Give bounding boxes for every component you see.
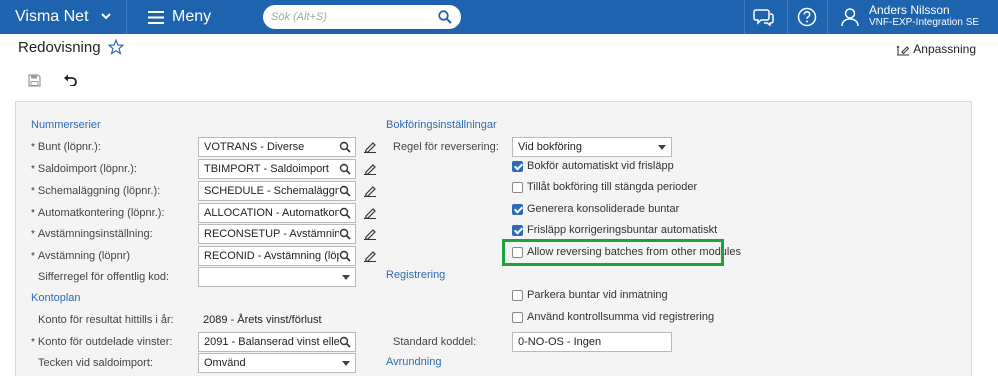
batch-numbering-lookup[interactable]: VOTRANS - Diverse bbox=[198, 137, 356, 157]
save-button[interactable] bbox=[25, 72, 43, 88]
chevron-down-icon bbox=[342, 275, 350, 280]
field-value: SCHEDULE - Schemaläggning bbox=[204, 185, 350, 197]
field-value: RECONSETUP - Avstämningsinställning bbox=[204, 228, 350, 240]
schedule-numbering-lookup[interactable]: SCHEDULE - Schemaläggning bbox=[198, 181, 356, 201]
field-label: * Avstämning (löpnr) bbox=[31, 250, 131, 262]
user-name: Anders Nilsson bbox=[869, 3, 950, 17]
field-label: * Saldoimport (löpnr.): bbox=[31, 163, 137, 175]
reconciliation-numbering-lookup[interactable]: RECONID - Avstämning (löpnr) bbox=[198, 246, 356, 266]
field-label: * Bunt (löpnr.): bbox=[31, 141, 101, 153]
ytd-account-value: 2089 - Årets vinst/förlust bbox=[203, 314, 322, 326]
edit-pencil-icon[interactable] bbox=[364, 227, 376, 240]
user-menu[interactable]: Anders Nilsson VNF-EXP-Integration SE bbox=[827, 0, 998, 34]
checkbox-unchecked[interactable] bbox=[512, 181, 523, 193]
reconciliation-setup-numbering-lookup[interactable]: RECONSETUP - Avstämningsinställning bbox=[198, 224, 356, 244]
field-value: 0-NO-OS - Ingen bbox=[518, 336, 602, 348]
balance-import-numbering-lookup[interactable]: TBIMPORT - Saldoimport bbox=[198, 159, 356, 179]
highlight-annotation-box bbox=[502, 239, 724, 266]
user-icon bbox=[841, 8, 859, 27]
field-label: * Automatkontering (löpnr.): bbox=[31, 207, 165, 219]
section-posting-settings: Bokföringsinställningar bbox=[386, 119, 497, 131]
auto-release-correction-batches-checkbox[interactable]: Frisläpp korrigeringsbuntar automatiskt bbox=[512, 224, 717, 236]
field-label: Tecken vid saldoimport: bbox=[38, 357, 153, 369]
search-icon[interactable] bbox=[339, 228, 351, 240]
field-value: RECONID - Avstämning (löpnr) bbox=[204, 250, 350, 262]
checkbox-checked[interactable] bbox=[512, 224, 523, 236]
customize-label: Anpassning bbox=[913, 42, 976, 56]
search-icon[interactable] bbox=[339, 250, 351, 262]
auto-post-on-release-checkbox[interactable]: Bokför automatiskt vid frisläpp bbox=[512, 160, 674, 172]
brand-menu[interactable]: Visma Net bbox=[0, 0, 127, 34]
undo-button[interactable] bbox=[61, 72, 79, 88]
favorite-star-icon[interactable] bbox=[108, 39, 124, 55]
search-icon[interactable] bbox=[339, 163, 351, 175]
field-label: * Avstämningsinställning: bbox=[31, 228, 153, 240]
park-batches-checkbox[interactable]: Parkera buntar vid inmatning bbox=[512, 289, 668, 301]
action-toolbar bbox=[0, 66, 998, 94]
search-input[interactable] bbox=[271, 9, 431, 25]
edit-pencil-icon[interactable] bbox=[364, 206, 376, 219]
generate-consolidated-batches-checkbox[interactable]: Generera konsoliderade buntar bbox=[512, 203, 679, 215]
section-registration: Registrering bbox=[386, 269, 446, 281]
search-icon[interactable] bbox=[339, 141, 351, 153]
search-icon[interactable] bbox=[339, 185, 351, 197]
chat-button[interactable] bbox=[744, 0, 783, 34]
field-value: VOTRANS - Diverse bbox=[204, 141, 305, 153]
field-label: Sifferregel för offentlig kod: bbox=[38, 271, 170, 283]
checkbox-unchecked[interactable] bbox=[512, 311, 523, 323]
field-value: Omvänd bbox=[204, 357, 246, 369]
reversal-rule-dropdown[interactable]: Vid bokföring bbox=[512, 137, 672, 157]
global-search bbox=[263, 5, 461, 29]
customize-button[interactable]: Anpassning bbox=[896, 42, 976, 56]
undo-icon bbox=[64, 74, 77, 86]
field-value: ALLOCATION - Automatkontering bbox=[204, 207, 350, 219]
page-header: Redovisning Anpassning bbox=[0, 34, 998, 62]
field-value: Vid bokföring bbox=[518, 141, 583, 153]
field-value: 2091 - Balanserad vinst eller förlust bbox=[204, 336, 350, 348]
user-organization: VNF-EXP-Integration SE bbox=[869, 17, 980, 28]
search-icon[interactable] bbox=[438, 10, 452, 24]
field-label: Standard koddel: bbox=[393, 336, 477, 348]
help-icon bbox=[797, 7, 817, 27]
field-label: * Schemaläggning (löpnr.): bbox=[31, 185, 161, 197]
balance-import-sign-dropdown[interactable]: Omvänd bbox=[198, 353, 356, 373]
help-button[interactable] bbox=[787, 0, 826, 34]
chat-icon bbox=[753, 9, 774, 27]
chevron-down-icon bbox=[101, 13, 111, 20]
checkbox-checked[interactable] bbox=[512, 203, 523, 215]
page-title: Redovisning bbox=[18, 39, 101, 56]
edit-pencil-icon[interactable] bbox=[364, 249, 376, 262]
save-icon bbox=[27, 73, 41, 87]
section-numbering: Nummerserier bbox=[31, 119, 101, 131]
brand-name: Visma Net bbox=[15, 8, 89, 25]
field-label: Regel för reversering: bbox=[393, 141, 499, 153]
main-menu-button[interactable]: Meny bbox=[148, 0, 211, 34]
search-icon[interactable] bbox=[339, 336, 351, 348]
field-label: Konto för resultat hittills i år: bbox=[38, 314, 174, 326]
public-code-rule-dropdown[interactable] bbox=[198, 267, 356, 287]
section-chart-of-accounts: Kontoplan bbox=[31, 292, 81, 304]
field-value: TBIMPORT - Saldoimport bbox=[204, 163, 329, 175]
top-navigation-bar: Visma Net Meny Anders Nilsson VNF-EXP-In… bbox=[0, 0, 998, 34]
edit-pencil-icon[interactable] bbox=[364, 162, 376, 175]
standard-code-segment-field[interactable]: 0-NO-OS - Ingen bbox=[512, 332, 672, 352]
allocation-numbering-lookup[interactable]: ALLOCATION - Automatkontering bbox=[198, 203, 356, 223]
retained-earnings-account-lookup[interactable]: 2091 - Balanserad vinst eller förlust bbox=[198, 332, 356, 352]
chevron-down-icon bbox=[658, 145, 666, 150]
section-rounding: Avrundning bbox=[386, 356, 442, 368]
edit-pencil-icon[interactable] bbox=[364, 140, 376, 153]
customize-icon bbox=[896, 45, 910, 56]
use-control-sum-checkbox[interactable]: Använd kontrollsumma vid registrering bbox=[512, 311, 714, 323]
menu-label: Meny bbox=[172, 8, 212, 25]
field-label: * Konto för outdelade vinster: bbox=[31, 336, 173, 348]
search-icon[interactable] bbox=[339, 207, 351, 219]
allow-posting-closed-periods-checkbox[interactable]: Tillåt bokföring till stängda perioder bbox=[512, 181, 697, 193]
chevron-down-icon bbox=[342, 361, 350, 366]
checkbox-checked[interactable] bbox=[512, 160, 523, 172]
checkbox-unchecked[interactable] bbox=[512, 289, 523, 301]
edit-pencil-icon[interactable] bbox=[364, 184, 376, 197]
hamburger-icon bbox=[148, 10, 164, 24]
